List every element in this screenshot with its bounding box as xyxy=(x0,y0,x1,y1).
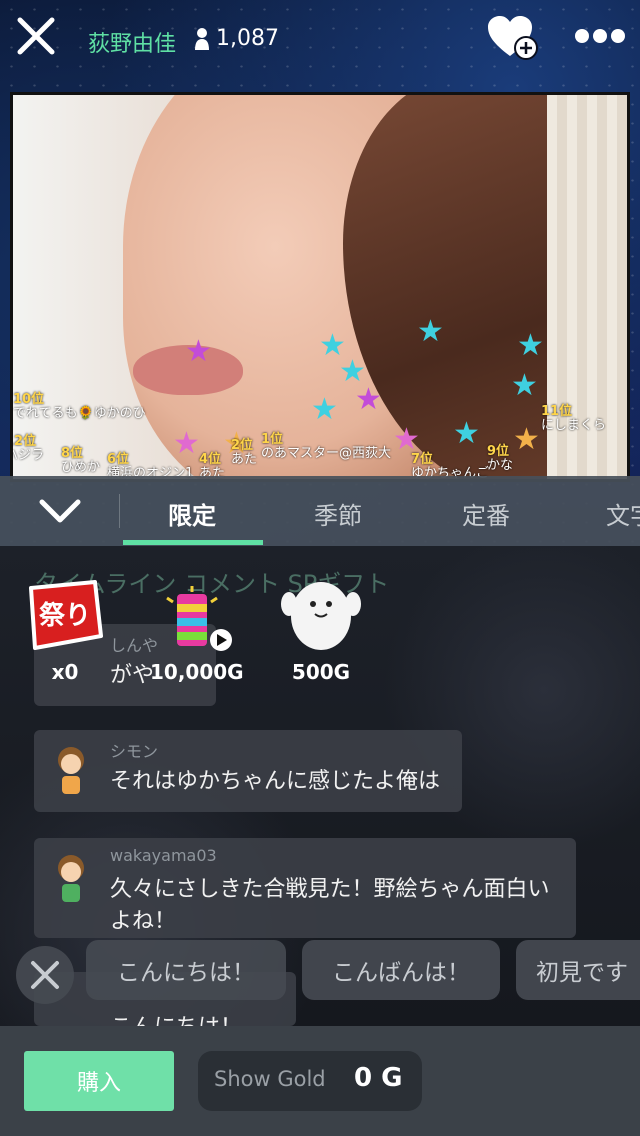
quick-phrase-button[interactable]: こんばんは！ xyxy=(302,940,500,1000)
gift-price: 500G xyxy=(291,660,351,684)
tab-seasonal[interactable]: 季節 xyxy=(314,496,362,531)
star-effect: ★ xyxy=(513,422,540,457)
rank-tag: 1位 のあマスター@西荻大 xyxy=(261,432,392,461)
active-tab-indicator xyxy=(123,540,263,545)
comment-item: シモン それはゆかちゃんに感じたよ俺は xyxy=(34,730,462,812)
person-icon xyxy=(195,27,209,50)
star-effect: ★ xyxy=(417,314,444,349)
matsuri-gift-icon: 祭り xyxy=(29,580,103,650)
more-options-icon[interactable] xyxy=(574,26,626,46)
rank-tag: 8位 ひめか xyxy=(61,446,101,475)
star-effect: ★ xyxy=(453,416,480,451)
tab-standard[interactable]: 定番 xyxy=(462,496,510,531)
comment-message: がや xyxy=(110,663,155,688)
close-icon[interactable] xyxy=(14,14,58,58)
top-bar: 荻野由佳 1,087 xyxy=(0,0,640,84)
gift-category-tabs: 限定 季節 定番 文字 xyxy=(0,476,640,546)
gift-fireworks[interactable]: 10,000G xyxy=(150,584,244,684)
buy-button[interactable]: 購入 xyxy=(24,1051,174,1111)
quick-phrase-bar: こんにちは！ こんばんは！ 初見です xyxy=(0,940,640,1004)
comment-user: シモン xyxy=(110,742,159,761)
host-name[interactable]: 荻野由佳 xyxy=(88,26,176,58)
rank-tag: 9位 かな xyxy=(487,444,514,473)
comment-message: 久々にさしきた合戦見た！野絵ちゃん面白い よね！ xyxy=(110,877,550,934)
avatar xyxy=(58,747,84,794)
star-effect: ★ xyxy=(393,422,420,457)
comment-message: こんにちは！ xyxy=(110,1012,242,1026)
gold-label: Show Gold xyxy=(214,1067,326,1091)
rank-tag: 2位 あた xyxy=(231,438,258,467)
gift-price: x0 xyxy=(51,660,79,684)
bottom-bar: 購入 Show Gold 0 G xyxy=(0,1026,640,1136)
tab-divider xyxy=(119,494,120,528)
svg-text:祭り: 祭り xyxy=(38,601,91,631)
rank-tag: 10位 でれてるも🌻ゆかのひ xyxy=(13,392,146,421)
viewer-count: 1,087 xyxy=(216,26,279,51)
star-effect: ★ xyxy=(511,368,538,403)
star-effect: ★ xyxy=(517,328,544,363)
star-effect: ★ xyxy=(355,382,382,417)
comment-user: wakayama03 xyxy=(110,846,217,865)
star-effect: ★ xyxy=(185,334,212,369)
white-character-gift-icon xyxy=(281,582,361,650)
quick-phrase-button[interactable]: こんにちは！ xyxy=(86,940,286,1000)
chevron-down-icon[interactable] xyxy=(36,496,84,526)
gift-price: 10,000G xyxy=(150,660,244,684)
fireworks-gift-icon xyxy=(166,586,232,651)
quick-phrase-close-button[interactable] xyxy=(16,946,74,1004)
gift-matsuri[interactable]: 祭り x0 xyxy=(22,578,108,684)
tab-text[interactable]: 文字 xyxy=(606,496,640,531)
tab-limited[interactable]: 限定 xyxy=(168,496,216,531)
gift-white-character[interactable]: 500G xyxy=(276,574,366,684)
comment-message: それはゆかちゃんに感じたよ俺は xyxy=(110,769,441,794)
rank-tag: 12位ハジラ xyxy=(13,434,45,463)
viewer-counter: 1,087 xyxy=(194,26,279,51)
show-gold-balance: Show Gold 0 G xyxy=(198,1051,422,1111)
quick-phrase-button[interactable]: 初見です xyxy=(516,940,640,1000)
favorite-add-icon[interactable] xyxy=(486,14,540,62)
close-icon xyxy=(31,961,59,989)
gold-value: 0 G xyxy=(354,1063,403,1093)
comment-item: wakayama03 久々にさしきた合戦見た！野絵ちゃん面白い よね！ xyxy=(34,838,576,938)
star-effect: ★ xyxy=(311,392,338,427)
live-video[interactable]: ★ ★ ★ ★ ★ ★ ★ ★ ★ ★ ★ ★ ★ 10位 でれてるも🌻ゆかのひ … xyxy=(10,92,630,482)
avatar xyxy=(58,855,84,902)
rank-tag: 11位 にしまくら xyxy=(541,404,607,433)
